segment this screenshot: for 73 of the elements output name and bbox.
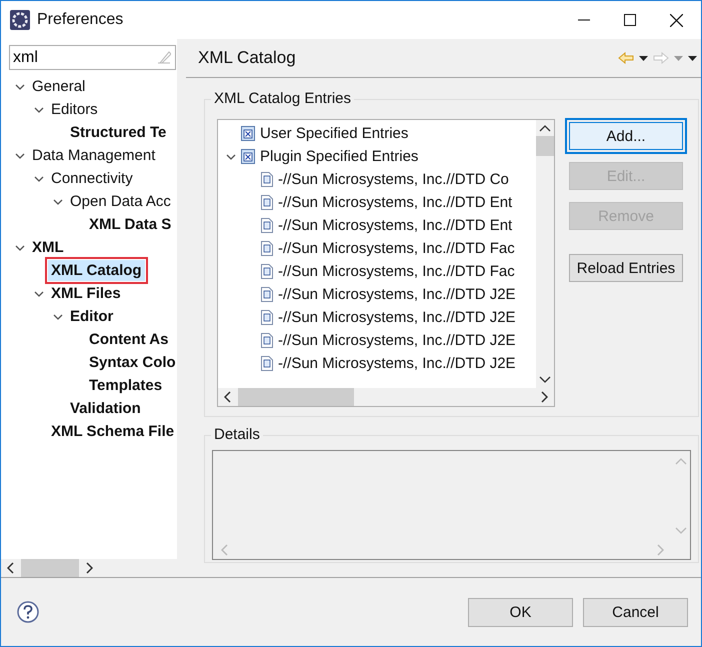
tree-item[interactable]: Content As xyxy=(86,329,172,350)
document-icon xyxy=(261,218,273,233)
catalog-icon xyxy=(241,126,255,141)
tree-item[interactable]: Editors xyxy=(48,99,101,120)
chevron-icon[interactable] xyxy=(15,82,25,92)
tree-item[interactable]: Connectivity xyxy=(48,168,136,189)
filter-field[interactable]: xml xyxy=(9,45,176,70)
scroll-thumb[interactable] xyxy=(21,559,79,577)
scroll-thumb[interactable] xyxy=(238,388,354,406)
catalog-entry[interactable]: -//Sun Microsystems, Inc.//DTD J2E xyxy=(278,284,516,304)
catalog-entry[interactable]: -//Sun Microsystems, Inc.//DTD Ent xyxy=(278,216,512,236)
tree-item[interactable]: Syntax Colo xyxy=(86,352,177,373)
tree-item[interactable]: Validation xyxy=(67,398,144,419)
scroll-right-icon[interactable] xyxy=(540,391,548,403)
tree-item[interactable]: Templates xyxy=(86,375,166,396)
close-icon[interactable] xyxy=(670,14,683,26)
tree-item[interactable]: Open Data Acc xyxy=(67,191,174,212)
scroll-left-icon[interactable] xyxy=(224,391,232,403)
vertical-scrollbar[interactable] xyxy=(536,120,554,388)
tree-item[interactable]: XML Catalog xyxy=(48,260,145,281)
chevron-icon[interactable] xyxy=(15,242,25,252)
catalog-entry[interactable]: -//Sun Microsystems, Inc.//DTD J2E xyxy=(278,330,516,350)
chevron-icon[interactable] xyxy=(226,152,236,162)
catalog-entry[interactable]: -//Sun Microsystems, Inc.//DTD Fac xyxy=(278,238,515,258)
tree-item[interactable]: XML Data S xyxy=(86,214,174,235)
catalog-entry[interactable]: -//Sun Microsystems, Inc.//DTD Co xyxy=(278,170,509,190)
window-title: Preferences xyxy=(37,11,124,29)
dropdown-icon[interactable] xyxy=(639,56,648,60)
group-title: XML Catalog Entries xyxy=(211,90,354,108)
catalog-entry[interactable]: -//Sun Microsystems, Inc.//DTD J2E xyxy=(278,308,516,328)
catalog-entry[interactable]: -//Sun Microsystems, Inc.//DTD J2E xyxy=(278,354,516,374)
tree-item[interactable]: Editor xyxy=(67,306,116,327)
document-icon xyxy=(261,333,273,348)
gear-icon xyxy=(10,10,30,30)
tree-item[interactable]: Structured Te xyxy=(67,122,170,143)
chevron-icon[interactable] xyxy=(53,312,63,322)
catalog-button[interactable]: Add... xyxy=(565,118,687,154)
document-icon xyxy=(261,287,273,302)
tree-item[interactable]: XML xyxy=(29,237,67,258)
dialog-button[interactable]: OK xyxy=(468,598,573,626)
horizontal-scrollbar[interactable] xyxy=(1,559,177,577)
catalog-button[interactable]: Reload Entries xyxy=(569,254,683,282)
catalog-entry[interactable]: User Specified Entries xyxy=(260,124,408,144)
chevron-icon[interactable] xyxy=(34,288,44,298)
document-icon xyxy=(261,356,273,371)
tree-item[interactable]: Data Management xyxy=(29,145,158,166)
catalog-entry[interactable]: Plugin Specified Entries xyxy=(260,146,418,166)
page-title: XML Catalog xyxy=(198,48,296,68)
tree-item[interactable]: General xyxy=(29,76,88,97)
scroll-thumb[interactable] xyxy=(536,136,554,156)
document-icon xyxy=(261,264,273,279)
document-icon xyxy=(261,195,273,210)
tree-item[interactable]: XML Schema File xyxy=(48,421,177,442)
document-icon xyxy=(261,241,273,256)
dialog-button[interactable]: Cancel xyxy=(583,598,688,626)
chevron-icon[interactable] xyxy=(34,104,44,114)
scroll-left-icon[interactable] xyxy=(7,562,15,574)
document-icon xyxy=(261,310,273,325)
catalog-entry[interactable]: -//Sun Microsystems, Inc.//DTD Ent xyxy=(278,192,512,212)
scroll-up-icon[interactable] xyxy=(539,124,551,132)
horizontal-scrollbar[interactable] xyxy=(218,388,554,406)
document-icon xyxy=(261,172,273,187)
catalog-icon xyxy=(241,149,255,164)
help-icon[interactable] xyxy=(17,601,39,623)
maximize-icon[interactable] xyxy=(624,14,636,26)
tree-item[interactable]: XML Files xyxy=(48,283,124,304)
chevron-icon[interactable] xyxy=(15,150,25,160)
catalog-entry[interactable]: -//Sun Microsystems, Inc.//DTD Fac xyxy=(278,262,515,282)
chevron-icon[interactable] xyxy=(53,196,63,206)
menu-icon[interactable] xyxy=(688,56,697,60)
scroll-right-icon[interactable] xyxy=(85,562,93,574)
chevron-icon[interactable] xyxy=(34,174,44,184)
scroll-down-icon[interactable] xyxy=(539,376,551,384)
